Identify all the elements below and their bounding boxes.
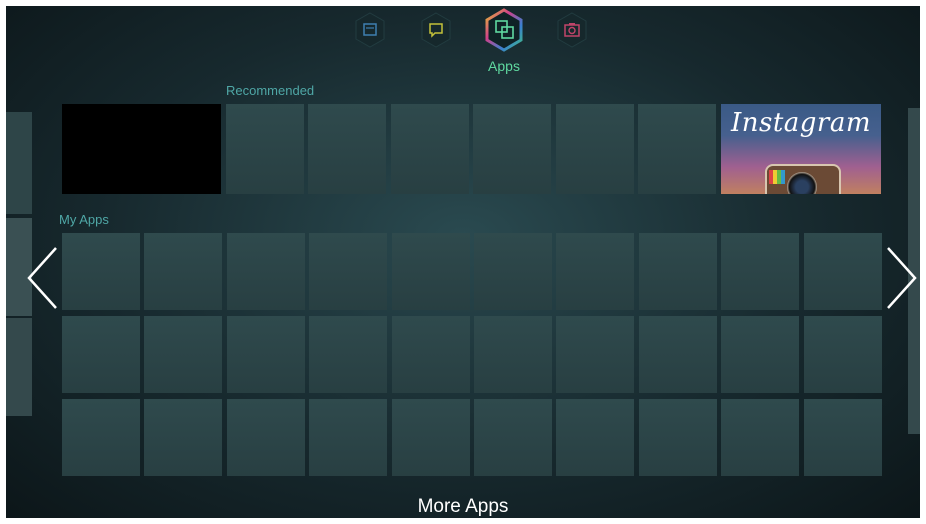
my-apps-tile[interactable]	[309, 399, 388, 476]
my-apps-tile[interactable]	[556, 233, 635, 310]
my-apps-tile[interactable]	[803, 233, 882, 310]
recommended-tile[interactable]	[638, 104, 716, 194]
selected-nav-label: Apps	[488, 58, 520, 74]
my-apps-tile[interactable]	[144, 316, 223, 393]
my-apps-tile[interactable]	[556, 316, 635, 393]
my-apps-tile[interactable]	[144, 233, 223, 310]
recommended-tile[interactable]	[473, 104, 551, 194]
my-apps-tile[interactable]	[391, 399, 470, 476]
document-icon	[355, 12, 385, 48]
my-apps-tile[interactable]	[226, 233, 305, 310]
my-apps-tile[interactable]	[391, 233, 470, 310]
my-apps-tile[interactable]	[226, 399, 305, 476]
instagram-rainbow-stripe	[769, 170, 785, 184]
my-apps-tile[interactable]	[474, 233, 552, 310]
nav-item-chat[interactable]	[420, 12, 452, 48]
camera-icon	[557, 12, 587, 48]
instagram-lens	[787, 172, 817, 194]
my-apps-tile[interactable]	[721, 233, 800, 310]
nav-item-apps[interactable]	[484, 8, 524, 52]
nav-item-document[interactable]	[354, 12, 386, 48]
my-apps-tile[interactable]	[638, 399, 717, 476]
recommended-tile[interactable]	[226, 104, 304, 194]
my-apps-tile[interactable]	[226, 316, 305, 393]
nav-item-camera[interactable]	[556, 12, 588, 48]
recommended-tile[interactable]	[556, 104, 634, 194]
recommended-tile[interactable]	[391, 104, 469, 194]
recommended-label: Recommended	[226, 83, 315, 98]
my-apps-tile[interactable]	[556, 399, 635, 476]
left-side-panel	[6, 318, 32, 416]
my-apps-tile[interactable]	[62, 399, 140, 476]
left-side-panel	[6, 112, 32, 214]
my-apps-tile[interactable]	[62, 316, 140, 393]
my-apps-tile[interactable]	[721, 399, 800, 476]
scroll-left-arrow-icon[interactable]	[26, 246, 60, 310]
my-apps-tile[interactable]	[474, 399, 552, 476]
my-apps-label: My Apps	[59, 212, 109, 227]
smart-hub-screen: Apps Recommended Instagram My Apps More …	[6, 6, 920, 518]
my-apps-tile[interactable]	[721, 316, 800, 393]
my-apps-tile[interactable]	[803, 399, 882, 476]
my-apps-tile[interactable]	[638, 233, 717, 310]
instagram-logo-text: Instagram	[730, 108, 872, 138]
chat-icon	[421, 12, 451, 48]
recommended-tile-featured[interactable]	[62, 104, 221, 194]
my-apps-tile[interactable]	[309, 233, 388, 310]
my-apps-tile[interactable]	[62, 233, 140, 310]
my-apps-tile[interactable]	[474, 316, 552, 393]
my-apps-tile[interactable]	[309, 316, 388, 393]
more-apps-button[interactable]: More Apps	[6, 496, 920, 518]
my-apps-tile[interactable]	[391, 316, 470, 393]
instagram-camera-icon	[765, 164, 841, 194]
scroll-right-arrow-icon[interactable]	[884, 246, 918, 310]
recommended-tile-instagram[interactable]: Instagram	[721, 104, 881, 194]
apps-icon	[485, 8, 523, 52]
my-apps-tile[interactable]	[803, 316, 882, 393]
recommended-tile[interactable]	[308, 104, 386, 194]
my-apps-tile[interactable]	[638, 316, 717, 393]
my-apps-tile[interactable]	[144, 399, 223, 476]
